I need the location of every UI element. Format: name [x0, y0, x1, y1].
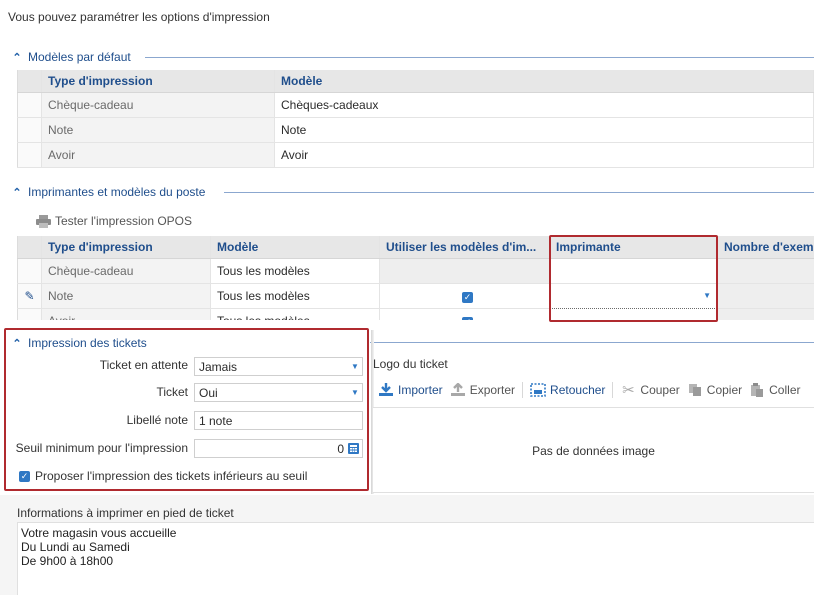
section-printers[interactable]: ⌃ Imprimantes et modèles du poste — [10, 185, 205, 199]
download-icon — [378, 383, 394, 397]
column-header[interactable]: Utiliser les modèles d'im... — [379, 236, 550, 259]
column-header[interactable]: Type d'impression — [41, 70, 275, 93]
export-label: Exporter — [469, 383, 516, 397]
pencil-icon: ✎ — [24, 288, 35, 303]
checkmark-icon: ✓ — [462, 291, 473, 303]
table-cell: Note — [41, 283, 211, 309]
footer-label: Informations à imprimer en pied de ticke… — [17, 506, 234, 520]
table-cell — [717, 283, 814, 309]
toolbar-separator — [522, 382, 524, 398]
checkmark-icon: ✓ — [462, 316, 473, 320]
cut-button[interactable]: ✂ Couper — [620, 382, 680, 399]
empty-image-text: Pas de données image — [532, 444, 655, 458]
chevron-up-icon[interactable]: ⌃ — [10, 185, 24, 199]
retouch-label: Retoucher — [550, 383, 606, 397]
table-cell — [379, 258, 550, 284]
copy-icon — [687, 383, 703, 397]
table-row[interactable]: Note Note — [17, 117, 814, 143]
scissors-icon: ✂ — [622, 382, 635, 399]
row-indicator[interactable] — [17, 258, 42, 284]
footer-textarea[interactable]: Votre magasin vous accueille Du Lundi au… — [17, 522, 814, 595]
table-cell: Avoir — [41, 308, 211, 320]
table-cell: Chèque-cadeau — [41, 258, 211, 284]
paste-label: Coller — [769, 383, 801, 397]
upload-icon — [450, 383, 466, 397]
copy-button[interactable]: Copier — [687, 383, 742, 397]
logo-toolbar: Importer Exporter Retoucher ✂ Couper Cop… — [378, 382, 800, 399]
logo-image-area[interactable]: Pas de données image — [373, 407, 814, 493]
row-indicator[interactable] — [17, 117, 42, 143]
printer-icon — [35, 214, 51, 228]
highlight-box — [549, 235, 718, 322]
column-header[interactable]: Modèle — [274, 70, 814, 93]
use-models-checkbox[interactable]: ✓ — [379, 308, 550, 320]
table-cell: Avoir — [41, 142, 275, 168]
table-cell[interactable]: Note — [274, 117, 814, 143]
table-cell[interactable]: Tous les modèles — [210, 258, 380, 284]
use-models-checkbox[interactable]: ✓ — [379, 283, 550, 309]
default-models-grid: Type d'impression Modèle Chèque-cadeau C… — [17, 70, 814, 168]
row-indicator[interactable] — [17, 142, 42, 168]
table-cell: Note — [41, 117, 275, 143]
section-title: Imprimantes et modèles du poste — [28, 185, 206, 199]
row-indicator[interactable]: ✎ — [17, 283, 42, 309]
section-default-models[interactable]: ⌃ Modèles par défaut — [10, 50, 131, 64]
section-title: Modèles par défaut — [28, 50, 131, 64]
row-indicator[interactable] — [17, 92, 42, 118]
row-indicator-header — [17, 70, 42, 93]
table-cell[interactable]: Tous les modèles — [210, 283, 380, 309]
table-row[interactable]: Avoir Avoir — [17, 142, 814, 168]
test-opos-label: Tester l'impression OPOS — [55, 214, 192, 228]
table-row[interactable]: Chèque-cadeau Chèques-cadeaux — [17, 92, 814, 118]
paste-button[interactable]: Coller — [749, 383, 800, 397]
image-edit-icon — [530, 383, 546, 397]
chevron-up-icon[interactable]: ⌃ — [10, 50, 24, 64]
divider — [224, 192, 814, 193]
retouch-button[interactable]: Retoucher — [530, 383, 605, 397]
table-cell[interactable]: Tous les modèles — [210, 308, 380, 320]
footer-text: Votre magasin vous accueille Du Lundi au… — [21, 526, 177, 568]
highlight-box — [4, 328, 369, 491]
table-cell[interactable]: Avoir — [274, 142, 814, 168]
row-indicator[interactable] — [17, 308, 42, 320]
paste-icon — [749, 383, 765, 397]
column-header[interactable]: Modèle — [210, 236, 380, 259]
table-cell[interactable]: Chèques-cadeaux — [274, 92, 814, 118]
import-label: Importer — [398, 383, 443, 397]
import-button[interactable]: Importer — [378, 383, 443, 397]
column-header[interactable]: Type d'impression — [41, 236, 211, 259]
table-cell — [717, 258, 814, 284]
toolbar-separator — [612, 382, 614, 398]
logo-title: Logo du ticket — [373, 357, 448, 371]
test-opos-button[interactable]: Tester l'impression OPOS — [35, 214, 192, 228]
row-indicator-header — [17, 236, 42, 259]
export-button[interactable]: Exporter — [450, 383, 515, 397]
divider — [145, 57, 814, 58]
table-cell: Chèque-cadeau — [41, 92, 275, 118]
copy-label: Copier — [706, 383, 743, 397]
page-intro: Vous pouvez paramétrer les options d'imp… — [8, 10, 270, 24]
table-cell — [717, 308, 814, 320]
cut-label: Couper — [640, 383, 680, 397]
column-header[interactable]: Nombre d'exem — [717, 236, 814, 259]
divider — [370, 342, 814, 343]
